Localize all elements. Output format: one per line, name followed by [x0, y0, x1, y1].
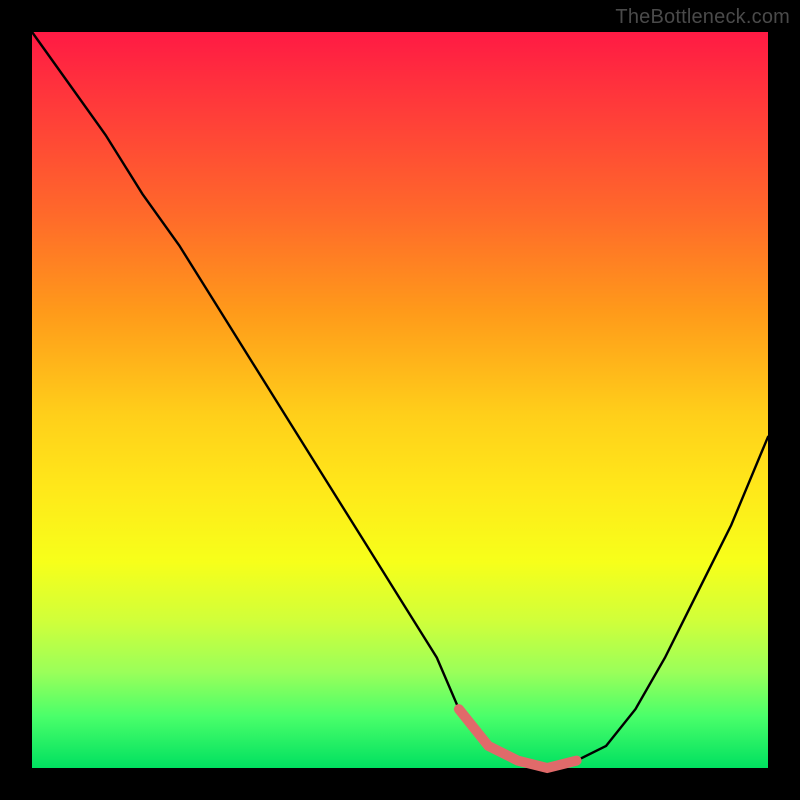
gradient-plot-area	[32, 32, 768, 768]
bottleneck-curve	[32, 32, 768, 768]
watermark-text: TheBottleneck.com	[615, 6, 790, 29]
chart-frame: TheBottleneck.com	[0, 0, 800, 800]
curve-layer	[32, 32, 768, 768]
highlight-segment	[459, 709, 577, 768]
